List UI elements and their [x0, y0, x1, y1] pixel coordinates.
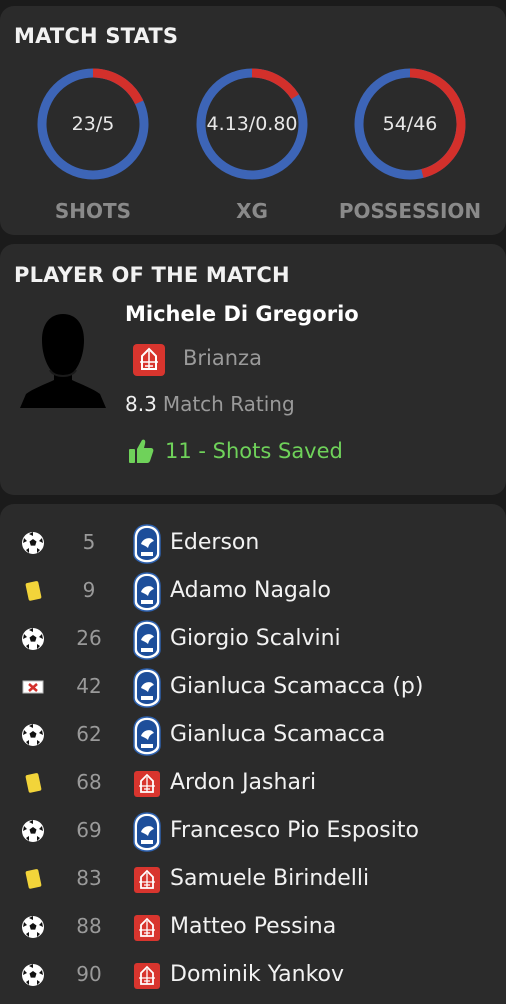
match-stats-title: MATCH STATS: [14, 24, 179, 48]
event-player: Ardon Jashari: [170, 770, 317, 795]
brianza-crest-icon: [133, 764, 161, 802]
event-minute: 88: [76, 914, 102, 938]
goal-icon: [20, 530, 46, 556]
event-minute: 83: [76, 866, 102, 890]
event-row[interactable]: 83 Samuele Birindelli: [0, 856, 506, 904]
goal-icon: [20, 626, 46, 652]
event-minute: 5: [82, 530, 96, 554]
event-player: Adamo Nagalo: [170, 578, 331, 603]
event-minute: 68: [76, 770, 102, 794]
event-minute: 42: [76, 674, 102, 698]
atalanta-crest-icon: [133, 716, 161, 760]
event-row[interactable]: 5 Ederson: [0, 520, 506, 568]
atalanta-crest-icon: [133, 668, 161, 712]
match-rating: 8.3 Match Rating: [125, 392, 295, 416]
rating-label: Match Rating: [162, 392, 295, 416]
match-stats-panel: MATCH STATS 23/5 SHOTS 4.13/0.80 XG 54/4…: [0, 6, 506, 235]
possession-gauge: 54/46 POSSESSION: [339, 66, 481, 246]
goal-icon: [20, 818, 46, 844]
event-minute: 26: [76, 626, 102, 650]
goal-icon: [20, 722, 46, 748]
event-row[interactable]: 62 Gianluca Scamacca: [0, 712, 506, 760]
brianza-crest-icon: [133, 344, 165, 376]
event-row[interactable]: 90 Dominik Yankov: [0, 952, 506, 1000]
event-player: Francesco Pio Esposito: [170, 818, 419, 843]
event-player: Matteo Pessina: [170, 914, 337, 939]
event-player: Giorgio Scalvini: [170, 626, 341, 651]
atalanta-crest-icon: [133, 620, 161, 664]
player-of-the-match-panel: PLAYER OF THE MATCH Michele Di Gregorio …: [0, 244, 506, 495]
brianza-crest-icon: [133, 908, 161, 946]
player-name: Michele Di Gregorio: [125, 302, 359, 326]
player-club: Brianza: [183, 346, 262, 370]
event-player: Dominik Yankov: [170, 962, 345, 987]
yellow-card-icon: [20, 866, 46, 892]
event-player: Ederson: [170, 530, 260, 555]
yellow-card-icon: [20, 770, 46, 796]
event-player: Gianluca Scamacca: [170, 722, 386, 747]
thumbs-up-icon: [129, 439, 154, 463]
xg-value: 4.13/0.80: [206, 113, 298, 135]
missed-penalty-icon: [20, 674, 46, 700]
possession-value: 54/46: [382, 113, 438, 135]
event-row[interactable]: 26 Giorgio Scalvini: [0, 616, 506, 664]
potm-title: PLAYER OF THE MATCH: [14, 263, 290, 287]
event-minute: 90: [76, 962, 102, 986]
yellow-card-icon: [20, 578, 46, 604]
event-row[interactable]: 42 Gianluca Scamacca (p): [0, 664, 506, 712]
goal-icon: [20, 914, 46, 940]
brianza-crest-icon: [133, 860, 161, 898]
atalanta-crest-icon: [133, 812, 161, 856]
rating-value: 8.3: [125, 392, 157, 416]
match-events-panel: 5 Ederson 9 Adamo Nagalo 26 Giorgio Scalvini 4…: [0, 504, 506, 1004]
event-row[interactable]: 69 Francesco Pio Esposito: [0, 808, 506, 856]
event-row[interactable]: 68 Ardon Jashari: [0, 760, 506, 808]
player-silhouette-icon: [20, 314, 106, 408]
atalanta-crest-icon: [133, 572, 161, 616]
shots-value: 23/5: [71, 113, 115, 135]
goal-icon: [20, 962, 46, 988]
event-row[interactable]: 9 Adamo Nagalo: [0, 568, 506, 616]
event-minute: 62: [76, 722, 102, 746]
brianza-crest-icon: [133, 956, 161, 994]
event-minute: 69: [76, 818, 102, 842]
event-player: Gianluca Scamacca (p): [170, 674, 424, 699]
player-highlight: 11 - Shots Saved: [165, 439, 343, 463]
event-minute: 9: [82, 578, 96, 602]
event-player: Samuele Birindelli: [170, 866, 370, 891]
possession-label: POSSESSION: [338, 199, 482, 223]
event-row[interactable]: 88 Matteo Pessina: [0, 904, 506, 952]
atalanta-crest-icon: [133, 524, 161, 568]
